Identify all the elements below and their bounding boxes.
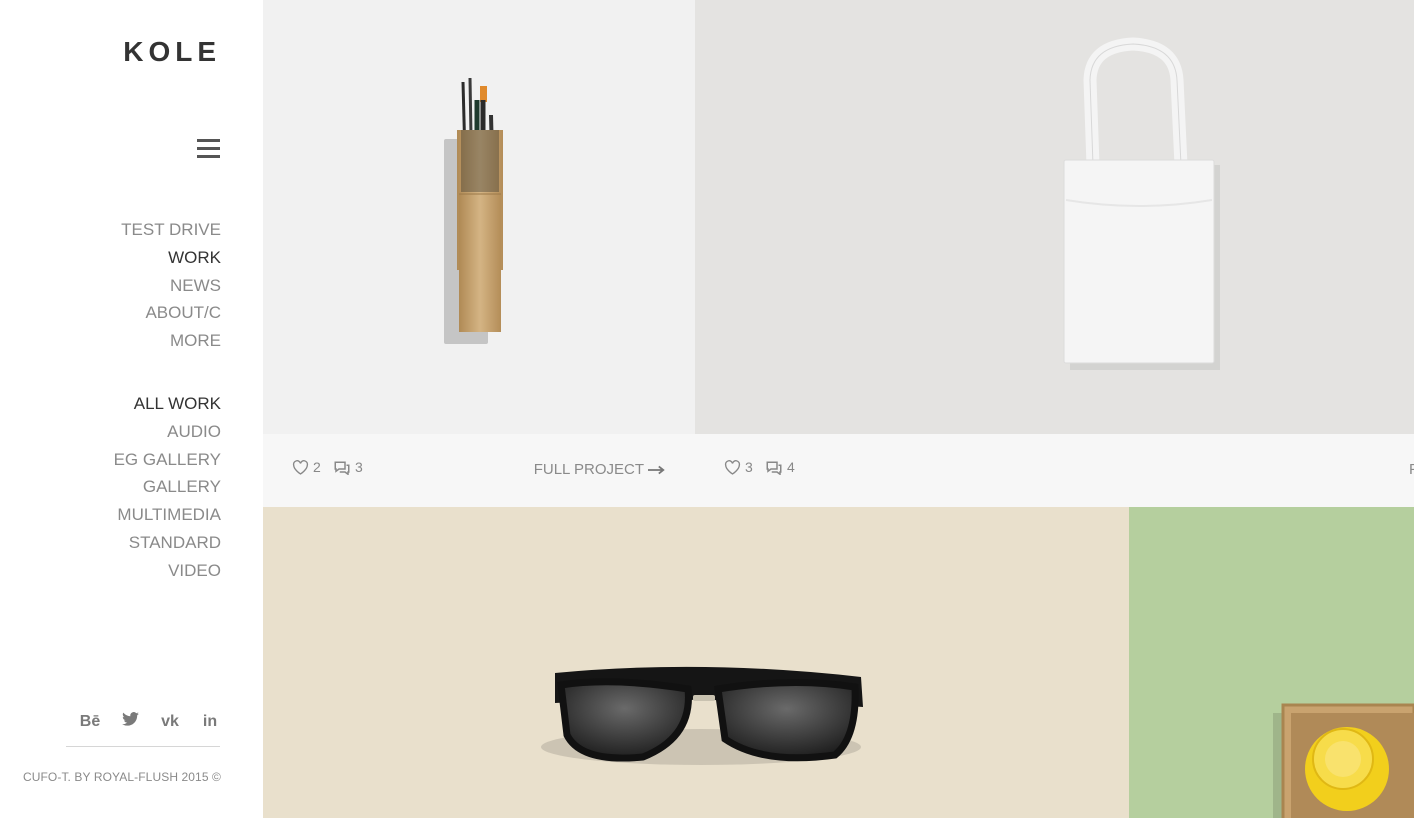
filter-multimedia[interactable]: MULTIMEDIA [114, 501, 221, 529]
project-meta-2: 3 4 F [695, 434, 1414, 507]
project-tile-tote-bag[interactable] [695, 0, 1414, 434]
heart-icon [724, 459, 741, 475]
nav-item-news[interactable]: NEWS [121, 272, 221, 300]
project-tile-sunglasses[interactable] [263, 507, 1129, 818]
heart-icon [292, 459, 309, 475]
project-tile-tea-cup[interactable] [1129, 507, 1414, 818]
comment-button[interactable]: 4 [765, 459, 795, 475]
vk-icon[interactable]: vk [159, 713, 181, 731]
project-meta-1: 2 3 FULL PROJECT [263, 434, 695, 507]
filter-standard[interactable]: STANDARD [114, 529, 221, 557]
hamburger-menu-icon[interactable] [197, 139, 220, 159]
nav-item-more[interactable]: MORE [121, 327, 221, 355]
filter-all-work[interactable]: ALL WORK [114, 390, 221, 418]
sunglasses-image [541, 666, 863, 765]
filter-gallery[interactable]: GALLERY [114, 473, 221, 501]
project-tile-brushes[interactable] [263, 0, 695, 434]
twitter-icon[interactable] [119, 712, 141, 731]
filter-audio[interactable]: AUDIO [114, 418, 221, 446]
full-project-label: FULL PROJECT [533, 461, 644, 478]
comment-icon [766, 461, 782, 475]
comment-count: 4 [787, 459, 795, 475]
portfolio-filter: ALL WORK AUDIO EG GALLERY GALLERY MULTIM… [114, 390, 221, 585]
comment-button[interactable]: 3 [333, 459, 363, 475]
site-logo[interactable]: KOLE [123, 36, 221, 68]
full-project-link[interactable]: F [1409, 461, 1414, 478]
nav-item-about[interactable]: ABOUT/C [121, 299, 221, 327]
nav-item-test-drive[interactable]: TEST DRIVE [121, 216, 221, 244]
like-button[interactable]: 3 [724, 459, 753, 475]
brushes-image [444, 77, 503, 344]
linkedin-icon[interactable]: in [199, 713, 221, 731]
filter-video[interactable]: VIDEO [114, 557, 221, 585]
filter-eg-gallery[interactable]: EG GALLERY [114, 446, 221, 474]
comment-icon [334, 461, 350, 475]
like-button[interactable]: 2 [292, 459, 321, 475]
social-links: Bē vk in [79, 712, 221, 731]
sidebar: KOLE TEST DRIVE WORK NEWS ABOUT/C MORE A… [0, 0, 263, 818]
main-nav: TEST DRIVE WORK NEWS ABOUT/C MORE [121, 216, 221, 355]
tea-cup-image [1273, 703, 1414, 818]
full-project-label: F [1409, 461, 1414, 478]
copyright-text: CUFO-T. BY ROYAL-FLUSH 2015 © [22, 770, 221, 784]
like-count: 3 [745, 459, 753, 475]
tote-bag-image [1063, 37, 1220, 370]
behance-icon[interactable]: Bē [79, 713, 101, 731]
divider [66, 746, 220, 747]
nav-item-work[interactable]: WORK [121, 244, 221, 272]
comment-count: 3 [355, 459, 363, 475]
arrow-right-icon [648, 465, 665, 474]
like-count: 2 [313, 459, 321, 475]
full-project-link[interactable]: FULL PROJECT [534, 461, 666, 478]
